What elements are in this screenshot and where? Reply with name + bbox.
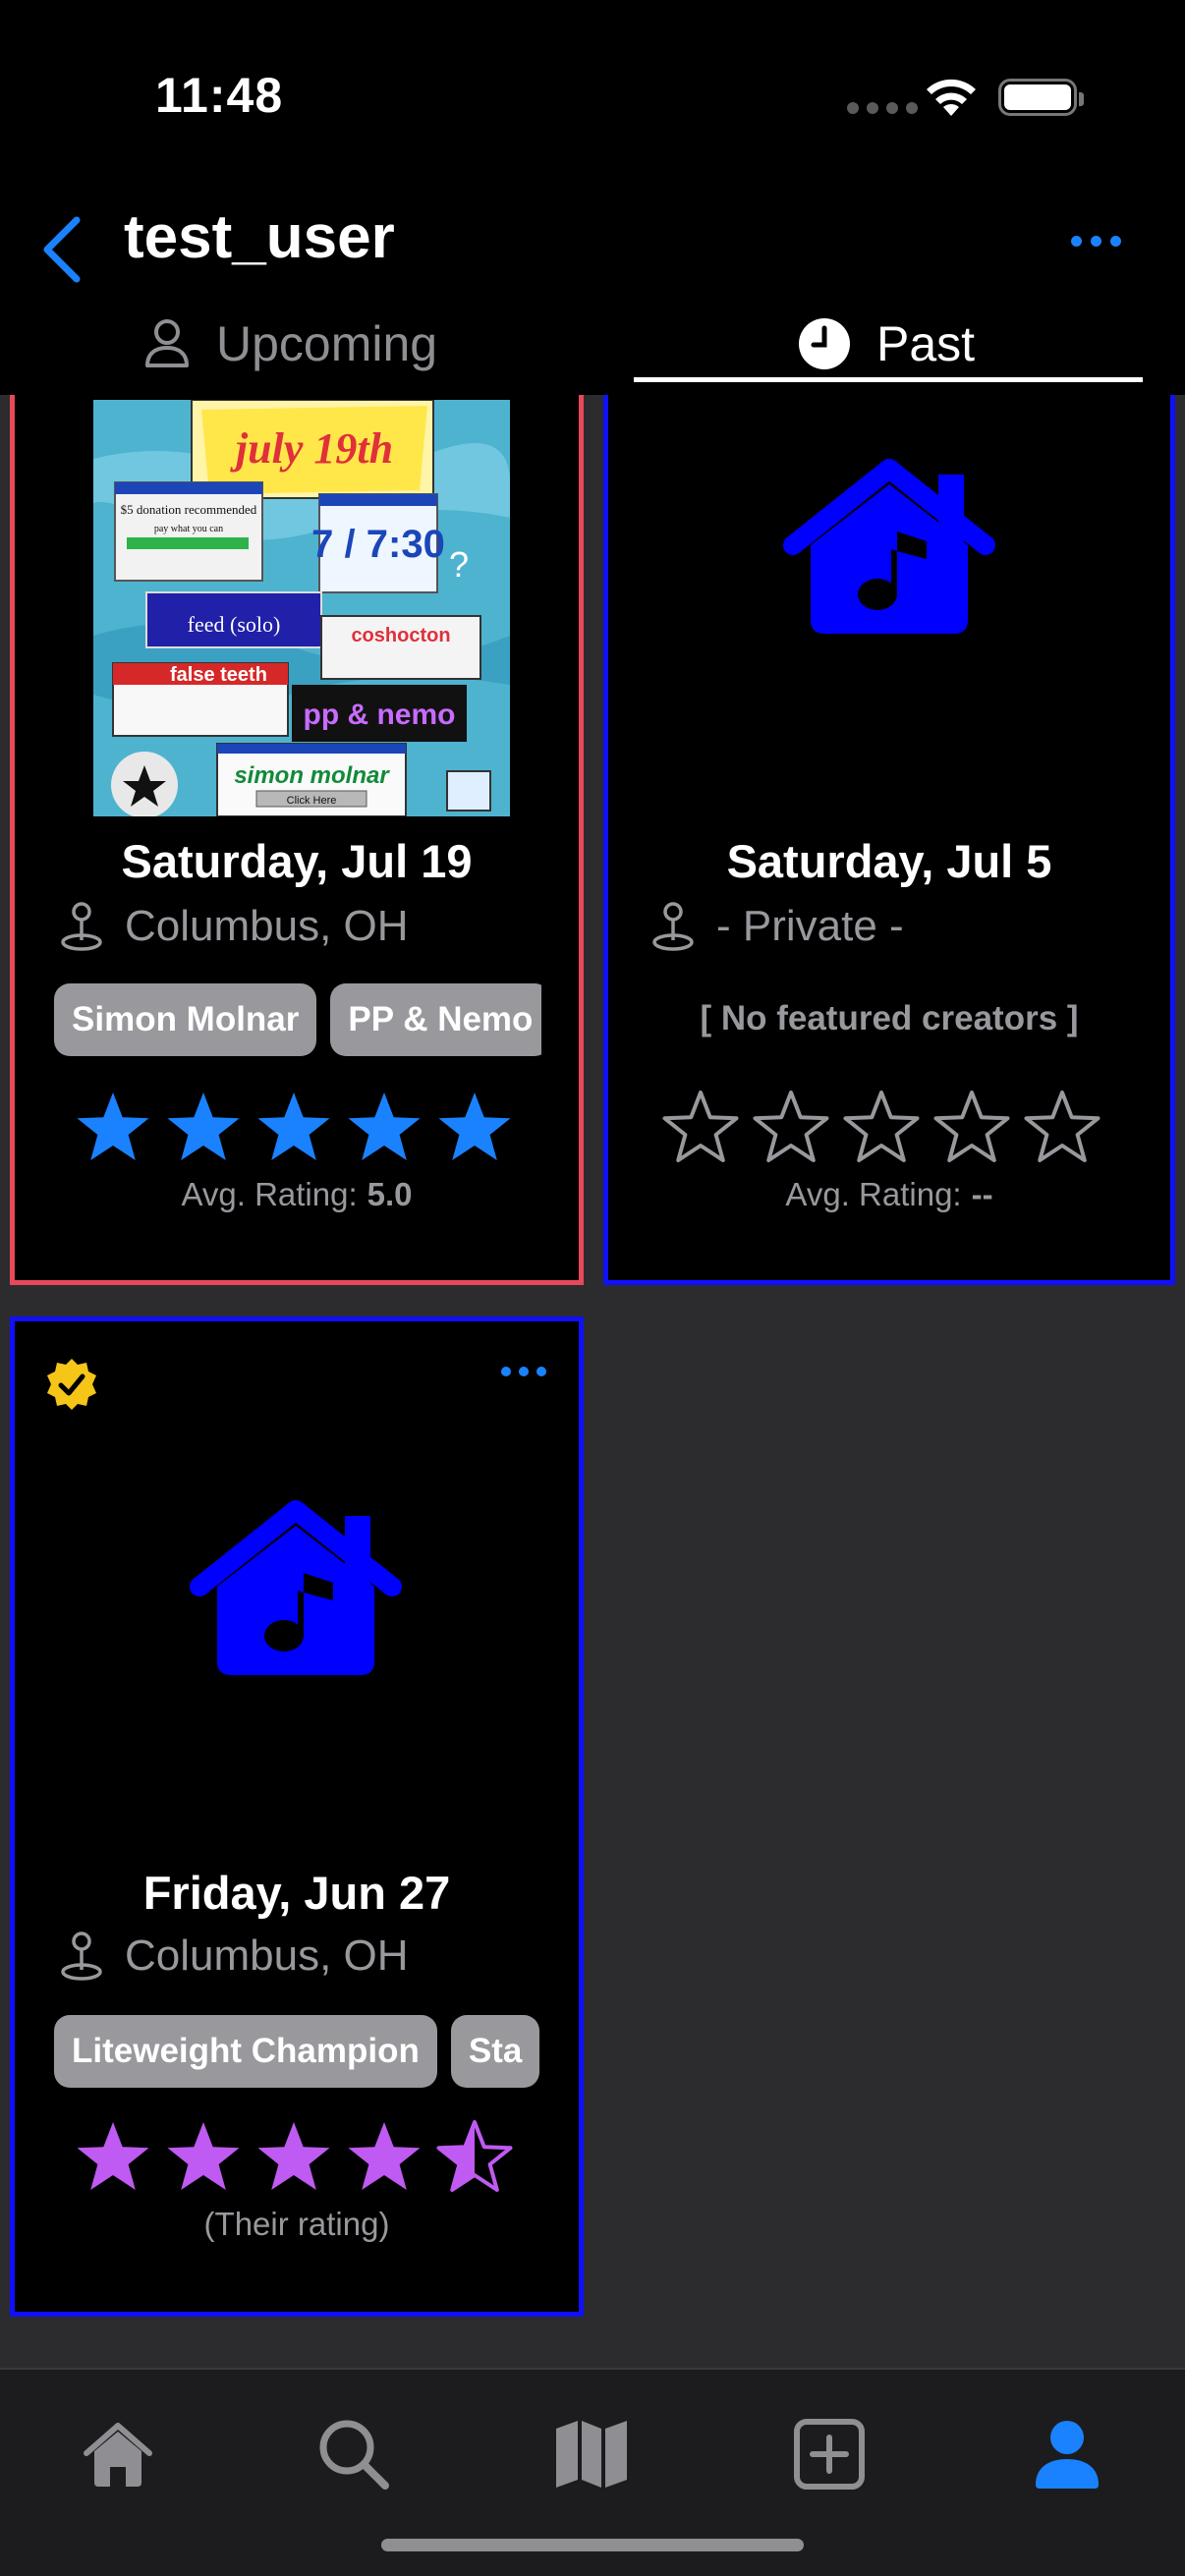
svg-text:?: ? bbox=[449, 544, 469, 585]
tab-upcoming[interactable]: Upcoming bbox=[143, 305, 437, 383]
event-location: Columbus, OH bbox=[60, 901, 409, 952]
event-location-label: - Private - bbox=[716, 902, 904, 950]
page-title: test_user bbox=[124, 203, 395, 271]
cellular-signal-icon bbox=[847, 102, 918, 114]
average-rating: Avg. Rating: -- bbox=[608, 1176, 1170, 1213]
star-empty-icon bbox=[662, 1091, 739, 1162]
person-outline-icon bbox=[143, 318, 191, 369]
star-full-icon bbox=[257, 1092, 330, 1160]
location-pin-icon bbox=[60, 1931, 103, 1982]
svg-text:coshocton: coshocton bbox=[351, 625, 450, 646]
tab-past-label: Past bbox=[876, 316, 976, 371]
star-full-icon bbox=[348, 2122, 421, 2190]
status-time: 11:48 bbox=[155, 68, 284, 123]
star-full-icon bbox=[438, 1092, 511, 1160]
house-music-icon bbox=[783, 459, 995, 634]
featured-creators-list: Liteweight Champion Sta bbox=[54, 2015, 541, 2088]
average-rating-label: Avg. Rating: bbox=[181, 1176, 358, 1212]
featured-creators-list: Simon Molnar PP & Nemo bbox=[54, 983, 541, 1056]
verified-badge-icon bbox=[47, 1359, 96, 1410]
poster-date-banner: july 19th bbox=[230, 424, 393, 473]
star-empty-icon bbox=[753, 1091, 829, 1162]
star-full-icon bbox=[77, 2122, 149, 2190]
location-pin-icon bbox=[651, 901, 695, 952]
average-rating-label: Avg. Rating: bbox=[785, 1176, 962, 1212]
more-options-button[interactable] bbox=[1071, 236, 1121, 247]
svg-text:Click Here: Click Here bbox=[287, 795, 337, 807]
wifi-icon bbox=[927, 79, 976, 116]
event-card[interactable]: Saturday, Jul 5 - Private - [ No feature… bbox=[603, 395, 1175, 1285]
star-empty-icon bbox=[1024, 1091, 1100, 1162]
event-location-label: Columbus, OH bbox=[125, 902, 409, 950]
star-empty-icon bbox=[933, 1091, 1010, 1162]
star-empty-icon bbox=[843, 1091, 920, 1162]
house-music-icon bbox=[190, 1500, 402, 1675]
event-card[interactable]: july 19th $5 donation recommended pay wh… bbox=[10, 395, 584, 1285]
rating-stars bbox=[74, 2119, 514, 2196]
events-grid[interactable]: july 19th $5 donation recommended pay wh… bbox=[0, 395, 1185, 2368]
event-location: Columbus, OH bbox=[60, 1931, 409, 1982]
active-tab-indicator bbox=[634, 377, 1143, 382]
star-full-icon bbox=[77, 1092, 149, 1160]
event-location-label: Columbus, OH bbox=[125, 1932, 409, 1980]
svg-text:pay what you can: pay what you can bbox=[154, 524, 223, 534]
event-date: Saturday, Jul 19 bbox=[121, 835, 473, 887]
location-pin-icon bbox=[60, 901, 103, 952]
event-location: - Private - bbox=[651, 901, 904, 952]
status-bar: 11:48 bbox=[0, 0, 1185, 187]
creator-chip[interactable]: Liteweight Champion bbox=[54, 2015, 437, 2088]
home-icon[interactable] bbox=[79, 2415, 157, 2493]
event-date: Friday, Jun 27 bbox=[142, 1867, 451, 1919]
clock-icon bbox=[798, 317, 851, 370]
tab-past[interactable]: Past bbox=[798, 305, 975, 383]
creator-chip[interactable]: PP & Nemo bbox=[330, 983, 541, 1056]
map-icon[interactable] bbox=[552, 2415, 631, 2493]
svg-text:false teeth: false teeth bbox=[170, 664, 267, 686]
back-chevron-icon[interactable] bbox=[35, 210, 94, 289]
rating-stars bbox=[661, 1090, 1101, 1166]
creator-chip[interactable]: Simon Molnar bbox=[54, 983, 317, 1056]
card-more-options-button[interactable] bbox=[501, 1367, 546, 1376]
add-icon[interactable] bbox=[790, 2415, 869, 2493]
average-rating-value: -- bbox=[971, 1176, 993, 1212]
svg-text:pp & nemo: pp & nemo bbox=[304, 699, 456, 731]
svg-text:simon molnar: simon molnar bbox=[234, 762, 390, 789]
their-rating-note: (Their rating) bbox=[203, 2206, 390, 2242]
star-full-icon bbox=[167, 2122, 240, 2190]
star-full-icon bbox=[257, 2122, 330, 2190]
rating-stars bbox=[74, 1090, 514, 1166]
profile-icon[interactable] bbox=[1028, 2415, 1106, 2493]
creator-chip[interactable]: Sta bbox=[450, 2015, 540, 2088]
event-card[interactable]: Friday, Jun 27 Columbus, OH Liteweight C… bbox=[10, 1316, 584, 2317]
event-date: Saturday, Jul 5 bbox=[726, 835, 1052, 887]
home-indicator bbox=[381, 2539, 804, 2551]
average-rating-value: 5.0 bbox=[367, 1176, 413, 1212]
star-full-icon bbox=[167, 1092, 240, 1160]
star-half-icon bbox=[436, 2120, 513, 2192]
event-poster-image: july 19th $5 donation recommended pay wh… bbox=[93, 400, 510, 816]
battery-icon bbox=[998, 79, 1084, 116]
no-featured-creators: [ No featured creators ] bbox=[700, 999, 1079, 1037]
average-rating: Avg. Rating: 5.0 bbox=[15, 1176, 579, 1213]
svg-text:7 / 7:30: 7 / 7:30 bbox=[311, 523, 445, 566]
tab-upcoming-label: Upcoming bbox=[216, 316, 438, 371]
star-full-icon bbox=[348, 1092, 421, 1160]
svg-text:feed (solo): feed (solo) bbox=[188, 612, 281, 637]
svg-text:$5 donation recommended: $5 donation recommended bbox=[121, 502, 257, 517]
search-icon[interactable] bbox=[314, 2415, 393, 2493]
